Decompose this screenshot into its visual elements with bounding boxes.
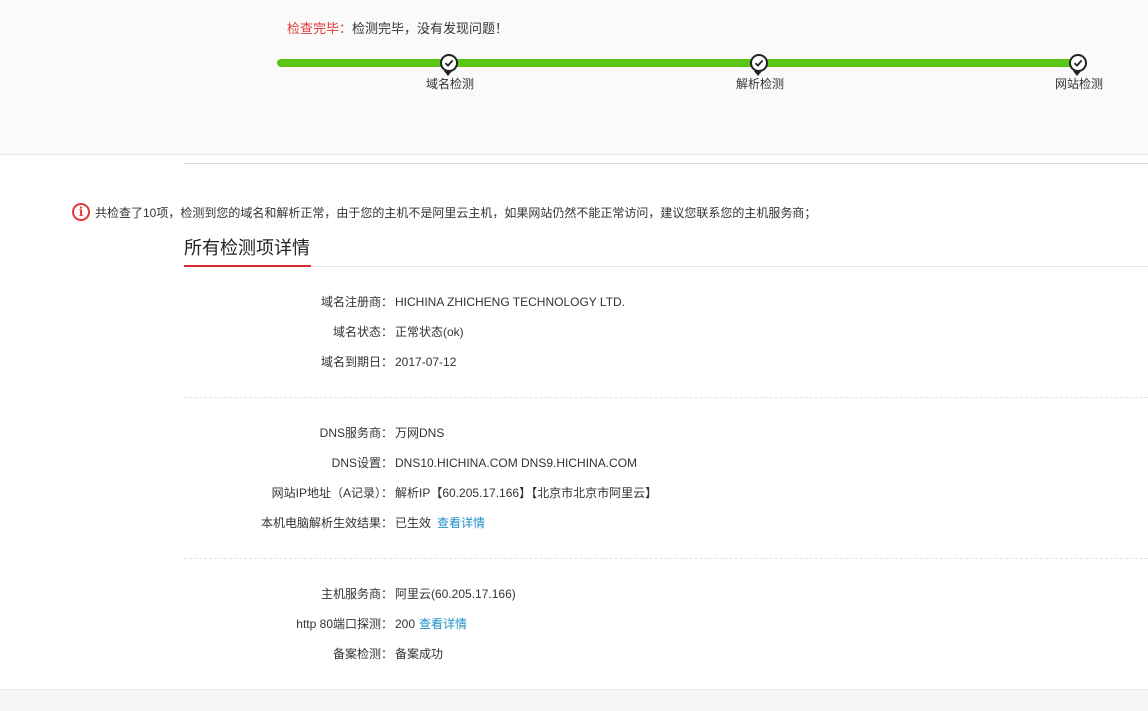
section-title-underline — [184, 265, 311, 267]
detail-value: HICHINA ZHICHENG TECHNOLOGY LTD. — [395, 295, 626, 309]
detail-row-http-port: http 80端口探测： 200 查看详情 — [184, 614, 1148, 634]
detail-value: DNS10.HICHINA.COM DNS9.HICHINA.COM — [395, 456, 638, 470]
status-message: 检测完毕，没有发现问题！ — [352, 21, 509, 36]
detail-key: 网站IP地址（A记录）： — [271, 486, 393, 500]
progress-bar — [277, 59, 1077, 67]
status-label: 检查完毕： — [287, 21, 353, 36]
detail-value: 备案成功 — [395, 647, 444, 661]
detail-value: 解析IP【60.205.17.166】【北京市北京市阿里云】 — [395, 486, 658, 500]
detail-row-dns-settings: DNS设置： DNS10.HICHINA.COM DNS9.HICHINA.CO… — [184, 453, 1148, 473]
detail-row-a-record: 网站IP地址（A记录）： 解析IP【60.205.17.166】【北京市北京市阿… — [184, 483, 1148, 503]
section-divider — [311, 266, 1148, 267]
detail-key: DNS设置： — [331, 456, 393, 470]
detail-value: 阿里云(60.205.17.166) — [395, 587, 516, 601]
view-details-link[interactable]: 查看详情 — [437, 516, 485, 530]
info-icon: i — [72, 203, 90, 221]
detail-key: 本机电脑解析生效结果： — [260, 516, 393, 530]
check-status-panel: 检查完毕：检测完毕，没有发现问题！ 域名检测 解析检测 网站检测 — [0, 0, 1148, 155]
detail-key: 备案检测： — [332, 647, 393, 661]
detail-row-icp: 备案检测： 备案成功 — [184, 644, 1148, 664]
step-check-icon — [1069, 54, 1087, 72]
detail-key: 域名注册商： — [320, 295, 393, 309]
detail-value-text: 200 — [395, 617, 416, 631]
detail-key: DNS服务商： — [319, 426, 393, 440]
detail-row-local-resolution: 本机电脑解析生效结果： 已生效 查看详情 — [184, 513, 1148, 533]
detail-row-registrar: 域名注册商： HICHINA ZHICHENG TECHNOLOGY LTD. — [184, 292, 1148, 312]
group-divider — [184, 558, 1148, 559]
section-title: 所有检测项详情 — [184, 238, 310, 258]
detail-key: http 80端口探测： — [296, 617, 393, 631]
detail-row-host-provider: 主机服务商： 阿里云(60.205.17.166) — [184, 584, 1148, 604]
step-label-dns: 解析检测 — [735, 77, 785, 91]
detail-value: 万网DNS — [395, 426, 445, 440]
step-check-icon — [440, 54, 458, 72]
step-label-domain: 域名检测 — [425, 77, 475, 91]
summary-text: 共检查了10项，检测到您的域名和解析正常，由于您的主机不是阿里云主机，如果网站仍… — [95, 205, 817, 220]
detail-row-dns-provider: DNS服务商： 万网DNS — [184, 423, 1148, 443]
detail-value: 2017-07-12 — [395, 355, 457, 369]
detail-row-domain-status: 域名状态： 正常状态(ok) — [184, 322, 1148, 342]
detail-row-expiry: 域名到期日： 2017-07-12 — [184, 352, 1148, 372]
detail-value: 正常状态(ok) — [395, 325, 464, 339]
detail-key: 主机服务商： — [320, 587, 393, 601]
step-check-icon — [750, 54, 768, 72]
divider — [184, 163, 1148, 164]
detail-value: 200 查看详情 — [395, 614, 467, 634]
group-divider — [184, 397, 1148, 398]
status-line: 检查完毕：检测完毕，没有发现问题！ — [287, 18, 508, 37]
summary-notice: i 共检查了10项，检测到您的域名和解析正常，由于您的主机不是阿里云主机，如果网… — [72, 203, 816, 221]
detail-value-text: 已生效 — [395, 516, 432, 530]
footer-band — [0, 689, 1148, 711]
view-details-link[interactable]: 查看详情 — [419, 617, 467, 631]
detail-value: 已生效 查看详情 — [395, 513, 485, 533]
detail-key: 域名到期日： — [320, 355, 393, 369]
step-label-site: 网站检测 — [1054, 77, 1104, 91]
detail-key: 域名状态： — [332, 325, 393, 339]
